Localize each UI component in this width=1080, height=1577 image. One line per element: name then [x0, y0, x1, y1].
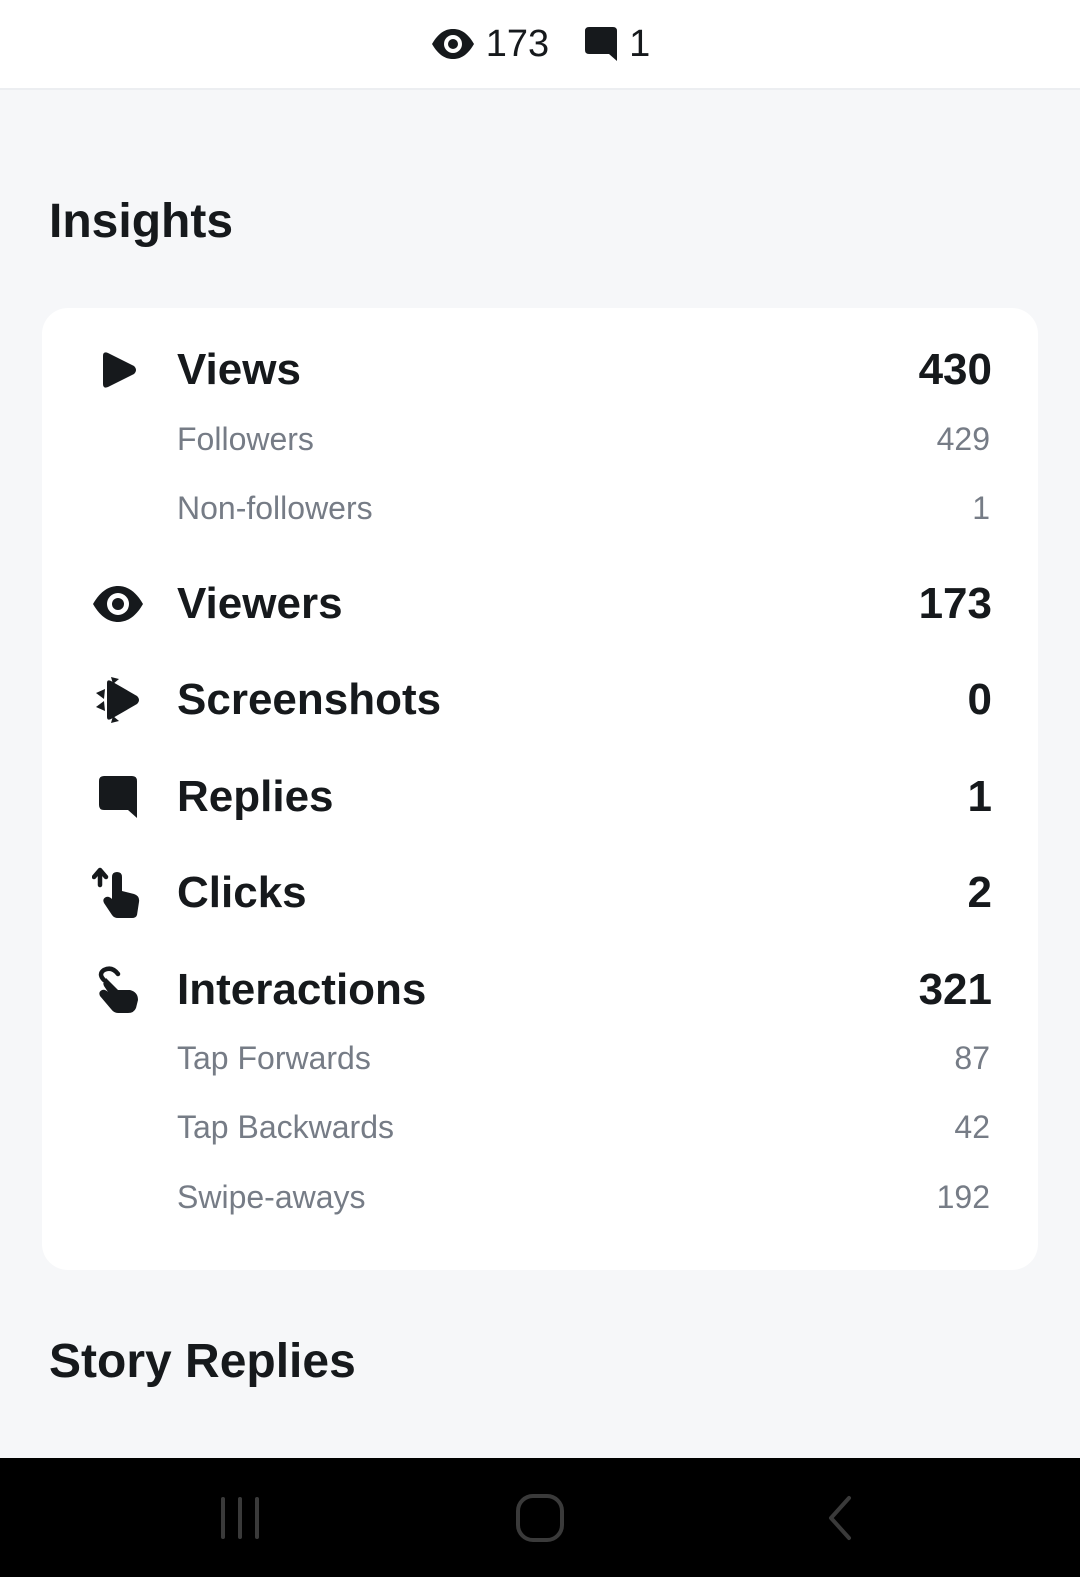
metric-row-viewers[interactable]: Viewers 173 [42, 574, 1038, 634]
tap-hand-icon [88, 960, 148, 1020]
insights-card: Views 430 Followers 429 Non-followers 1 … [42, 308, 1038, 1270]
metric-value: 1 [967, 772, 992, 821]
breakdown-row-tap-backwards: Tap Backwards 42 [42, 1107, 1038, 1147]
header-viewers-count: 173 [485, 22, 550, 65]
back-icon [829, 1496, 851, 1540]
swipe-up-hand-icon [88, 863, 148, 923]
play-icon [88, 340, 148, 400]
metric-label: Replies [177, 772, 334, 821]
header-viewers-stat[interactable]: 173 [430, 23, 549, 66]
back-button[interactable] [800, 1488, 880, 1548]
metric-label: Clicks [177, 868, 307, 917]
header-replies-count: 1 [629, 22, 651, 65]
breakdown-label: Tap Backwards [177, 1108, 394, 1145]
breakdown-value: 42 [954, 1108, 990, 1145]
breakdown-label: Tap Forwards [177, 1039, 371, 1076]
metric-value: 2 [967, 868, 992, 917]
breakdown-value: 192 [936, 1178, 990, 1215]
screenshot-icon [88, 670, 148, 730]
eye-icon [431, 29, 474, 59]
insights-title: Insights [49, 195, 234, 248]
breakdown-value: 1 [972, 489, 990, 526]
metric-row-screenshots[interactable]: Screenshots 0 [42, 670, 1038, 730]
breakdown-value: 429 [936, 420, 990, 457]
metric-label: Screenshots [177, 675, 442, 724]
metric-value: 321 [918, 965, 992, 1014]
breakdown-value: 87 [954, 1039, 990, 1076]
recent-apps-button[interactable] [200, 1488, 280, 1548]
metric-label: Views [177, 345, 301, 394]
breakdown-label: Non-followers [177, 489, 373, 526]
breakdown-row-swipe-aways: Swipe-aways 192 [42, 1177, 1038, 1217]
metric-row-clicks[interactable]: Clicks 2 [42, 863, 1038, 923]
metric-value: 173 [918, 579, 992, 628]
home-button[interactable] [500, 1488, 580, 1548]
chat-bubble-icon [88, 767, 148, 827]
system-navigation-bar [0, 1458, 1080, 1577]
metric-label: Interactions [177, 965, 427, 1014]
recent-apps-icon [221, 1497, 259, 1539]
metric-row-interactions[interactable]: Interactions 321 [42, 960, 1038, 1020]
chat-bubble-icon [585, 27, 618, 61]
metric-label: Viewers [177, 579, 343, 628]
story-replies-title: Story Replies [49, 1335, 356, 1388]
eye-icon [88, 574, 148, 634]
breakdown-row-tap-forwards: Tap Forwards 87 [42, 1038, 1038, 1078]
metric-value: 0 [967, 675, 992, 724]
header-replies-stat[interactable]: 1 [583, 23, 650, 66]
breakdown-label: Followers [177, 420, 314, 457]
home-icon [516, 1494, 564, 1542]
breakdown-row-non-followers: Non-followers 1 [42, 488, 1038, 528]
metric-row-views[interactable]: Views 430 [42, 340, 1038, 400]
breakdown-label: Swipe-aways [177, 1178, 366, 1215]
story-stats-header: 173 1 [0, 0, 1080, 90]
metric-row-replies[interactable]: Replies 1 [42, 767, 1038, 827]
breakdown-row-followers: Followers 429 [42, 419, 1038, 459]
metric-value: 430 [918, 345, 992, 394]
